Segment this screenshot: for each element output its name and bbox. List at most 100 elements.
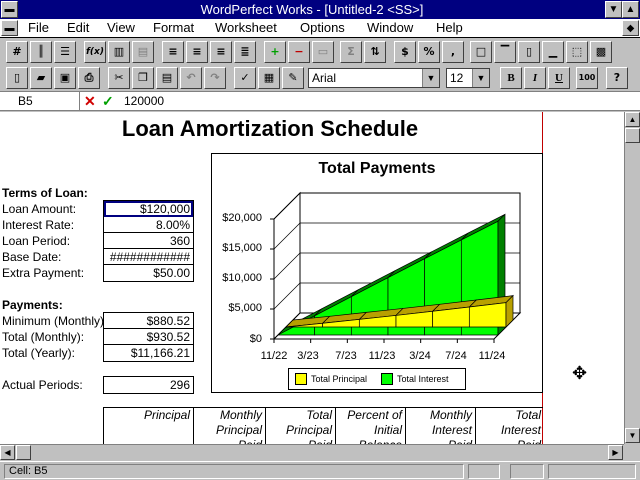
print-icon[interactable]: ⎙ [78, 67, 100, 89]
formula-bar: B5 ✕ ✓ 120000 [0, 91, 640, 111]
scroll-down-icon[interactable]: ▼ [625, 428, 640, 443]
minimize-button[interactable]: ▼ [605, 1, 622, 18]
percent-button[interactable]: % [418, 41, 440, 63]
align-right-icon[interactable]: ≡ [210, 41, 232, 63]
loan-amount-cell[interactable]: $120,000 [104, 201, 193, 217]
sort-icon[interactable]: ⇅ [364, 41, 386, 63]
actual-periods-cell[interactable]: 296 [104, 377, 193, 393]
sum-button[interactable]: Σ [340, 41, 362, 63]
border-top-icon[interactable]: ▔ [494, 41, 516, 63]
border-sides-icon[interactable]: ▯ [518, 41, 540, 63]
row-icon[interactable]: ☰ [54, 41, 76, 63]
new-document-icon[interactable]: ▯ [6, 67, 28, 89]
vertical-scroll-thumb[interactable] [625, 128, 640, 143]
table-header-cell[interactable]: Monthly Interest Paid [406, 408, 476, 444]
interest-rate-cell[interactable]: 8.00% [104, 217, 193, 233]
table-header-cell[interactable]: Monthly Principal Paid [194, 408, 266, 444]
underline-button[interactable]: U [548, 67, 570, 89]
menu-format[interactable]: Format [153, 19, 194, 37]
menu-edit[interactable]: Edit [67, 19, 89, 37]
maximize-button[interactable]: ▲ [622, 1, 639, 18]
bold-button[interactable]: B [500, 67, 522, 89]
cancel-icon[interactable]: ✕ [84, 93, 96, 109]
insert-chart-icon[interactable]: ▤ [132, 41, 154, 63]
total-yearly-cell[interactable]: $11,166.21 [104, 345, 193, 361]
menu-help[interactable]: Help [436, 19, 463, 37]
terms-label: Loan Amount: [2, 202, 77, 216]
delete-row-icon[interactable]: − [288, 41, 310, 63]
status-cell: Cell: B5 [4, 464, 464, 479]
open-folder-icon[interactable]: ▰ [30, 67, 52, 89]
help-button[interactable]: ? [606, 67, 628, 89]
extra-payment-cell[interactable]: $50.00 [104, 265, 193, 281]
accept-icon[interactable]: ✓ [102, 93, 114, 109]
document-menu-icon[interactable]: ▬ [1, 20, 18, 36]
save-icon[interactable]: ▣ [54, 67, 76, 89]
align-left-icon[interactable]: ≡ [162, 41, 184, 63]
restore-button[interactable]: ◆ [622, 20, 639, 36]
menu-view[interactable]: View [107, 19, 135, 37]
border-bottom-icon[interactable]: ▁ [542, 41, 564, 63]
zoom-button[interactable]: 100 [576, 67, 598, 89]
format-painter-icon[interactable]: ✎ [282, 67, 304, 89]
legend-swatch-principal [295, 373, 307, 385]
total-monthly-cell[interactable]: $930.52 [104, 329, 193, 345]
font-size-dropdown[interactable]: 12 ▼ [446, 68, 490, 88]
chevron-down-icon: ▼ [472, 69, 489, 87]
shading-icon[interactable]: ▩ [590, 41, 612, 63]
table-header-cell[interactable]: Percent of Initial Balance [336, 408, 406, 444]
payments-label: Total (Monthly): [2, 330, 85, 344]
grid-icon[interactable]: # [6, 41, 28, 63]
align-center-icon[interactable]: ≡ [186, 41, 208, 63]
comma-button[interactable]: , [442, 41, 464, 63]
table-header-cell[interactable]: Total Principal Paid [266, 408, 336, 444]
chart-legend: Total Principal Total Interest [288, 368, 466, 390]
table-header-cell[interactable]: Total Interest Paid [476, 408, 544, 444]
chart-icon[interactable]: ▥ [108, 41, 130, 63]
insert-row-icon[interactable]: + [264, 41, 286, 63]
quick-format-icon[interactable]: ▦ [258, 67, 280, 89]
cut-icon[interactable]: ✂ [108, 67, 130, 89]
copy-icon[interactable]: ❐ [132, 67, 154, 89]
function-button[interactable]: f(x) [84, 41, 106, 63]
legend-swatch-interest [381, 373, 393, 385]
chart-plot-area [270, 191, 522, 343]
minimum-monthly-cell[interactable]: $880.52 [104, 313, 193, 329]
scroll-right-icon[interactable]: ▶ [608, 445, 623, 460]
redo-icon[interactable]: ↷ [204, 67, 226, 89]
status-panel [510, 464, 544, 479]
cell-reference[interactable]: B5 [0, 92, 80, 110]
scroll-up-icon[interactable]: ▲ [625, 112, 640, 127]
horizontal-scroll-thumb[interactable] [16, 445, 31, 460]
spell-check-icon[interactable]: ✓ [234, 67, 256, 89]
border-outline-icon[interactable]: □ [470, 41, 492, 63]
scroll-left-icon[interactable]: ◀ [0, 445, 15, 460]
scrollbar-corner [624, 444, 640, 460]
justify-icon[interactable]: ≣ [234, 41, 256, 63]
menu-options[interactable]: Options [300, 19, 345, 37]
menu-worksheet[interactable]: Worksheet [215, 19, 277, 37]
base-date-cell[interactable]: ############ [104, 249, 193, 265]
fill-icon[interactable]: ▭ [312, 41, 334, 63]
formula-input[interactable]: 120000 [124, 92, 164, 110]
terms-label: Interest Rate: [2, 218, 75, 232]
column-icon[interactable]: ║ [30, 41, 52, 63]
legend-label-interest: Total Interest [397, 374, 449, 384]
table-header-cell[interactable]: Principal [104, 408, 194, 444]
menu-file[interactable]: File [28, 19, 49, 37]
paste-icon[interactable]: ▤ [156, 67, 178, 89]
currency-button[interactable]: $ [394, 41, 416, 63]
payments-values: $880.52 $930.52 $11,166.21 [103, 312, 194, 362]
menu-window[interactable]: Window [367, 19, 413, 37]
loan-period-cell[interactable]: 360 [104, 233, 193, 249]
total-payments-chart[interactable]: Total Payments $20,000 $15,000 $10,000 $… [211, 153, 543, 393]
undo-icon[interactable]: ↶ [180, 67, 202, 89]
title-bar: ▬ WordPerfect Works - [Untitled-2 <SS>] … [0, 0, 640, 19]
system-menu-icon[interactable]: ▬ [1, 1, 18, 18]
border-dotted-icon[interactable]: ⬚ [566, 41, 588, 63]
font-dropdown[interactable]: Arial ▼ [308, 68, 440, 88]
italic-button[interactable]: I [524, 67, 546, 89]
horizontal-scrollbar[interactable]: ◀ ▶ [0, 444, 624, 460]
vertical-scrollbar[interactable]: ▲ ▼ [624, 112, 640, 444]
legend-label-principal: Total Principal [311, 374, 368, 384]
